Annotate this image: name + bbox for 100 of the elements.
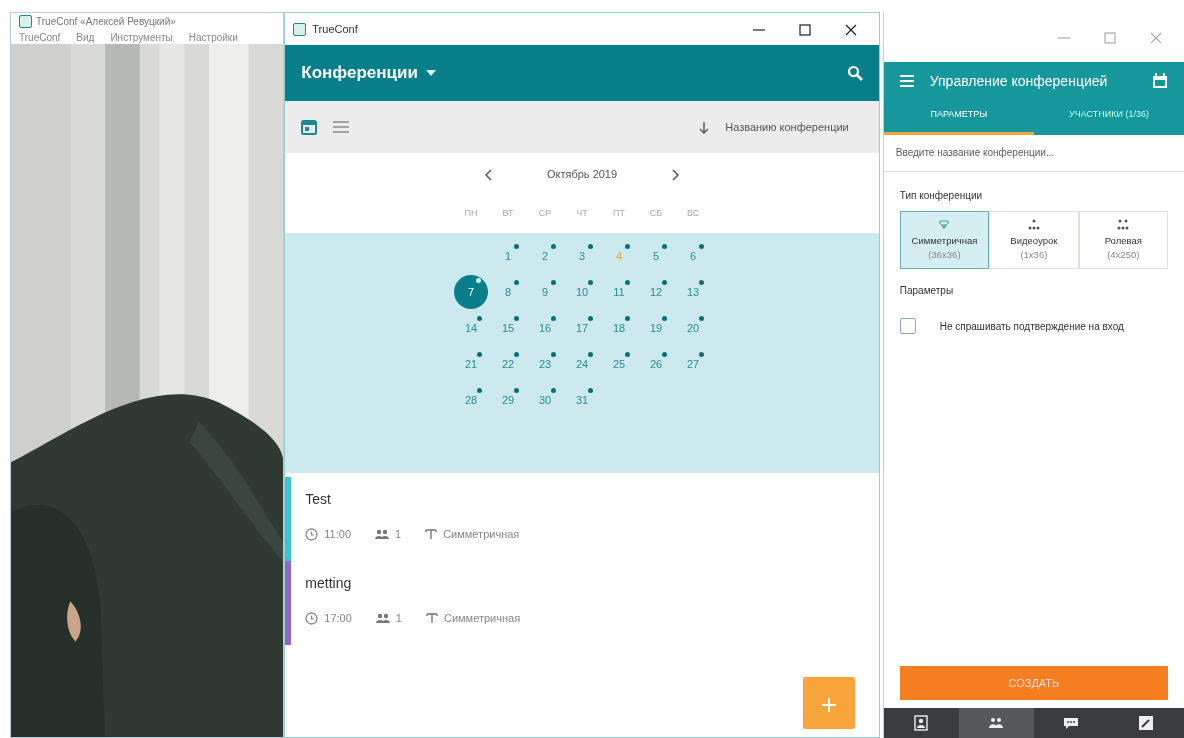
event-dot [661, 316, 667, 321]
event-time: 17:00 [324, 611, 352, 626]
conference-type: Симметричная [443, 527, 520, 542]
calendar-day[interactable]: 12 [639, 275, 674, 309]
calendar-day[interactable]: 19 [639, 311, 674, 345]
event-dot [550, 316, 556, 321]
calendar-day[interactable]: 25 [602, 347, 637, 381]
conference-type-option[interactable]: Симметричная (36x36) [899, 210, 990, 269]
calendar-day[interactable]: 6 [676, 239, 711, 273]
event-title: metting [305, 574, 353, 593]
event-dot [661, 352, 667, 357]
conference-type-option[interactable]: Видеоурок (1x36) [989, 210, 1079, 269]
caret-icon[interactable] [425, 70, 436, 76]
calendar-view-icon[interactable] [301, 119, 318, 135]
clock-icon [305, 527, 319, 541]
search-icon[interactable] [846, 65, 863, 81]
next-month-icon[interactable] [671, 168, 680, 181]
maximize-icon[interactable] [798, 23, 811, 36]
event-dot [513, 352, 519, 357]
plus-icon [820, 697, 837, 714]
event-dot [587, 280, 593, 285]
conference-type-icon [938, 217, 951, 230]
menu-item[interactable]: Вид [76, 30, 95, 44]
participant-count: 1 [395, 611, 402, 626]
event-time: 11:00 [324, 527, 351, 542]
section-label: Параметры [899, 284, 955, 298]
conference-type-option[interactable]: Ролевая (4x250) [1078, 210, 1168, 269]
app-icon [293, 22, 307, 36]
weekday-label: ЧТ [575, 207, 589, 221]
calendar-day[interactable]: 3 [565, 239, 600, 273]
calendar-day[interactable]: 9 [528, 275, 563, 309]
participants-icon [375, 529, 389, 540]
section-label: Тип конференции [899, 188, 984, 203]
menu-item[interactable]: Инструменты [110, 30, 173, 44]
checkbox-label: Не спрашивать подтверждение на вход [939, 319, 1124, 334]
create-button[interactable]: СОЗДАТЬ [899, 666, 1168, 700]
chat-icon[interactable] [1063, 715, 1080, 731]
sort-button[interactable]: Названию конференции [725, 118, 849, 136]
event-dot [550, 280, 556, 285]
tab[interactable]: УЧАСТНИКИ (1/36) [1033, 100, 1184, 135]
weekday-label: ВТ [501, 207, 515, 221]
option-capacity: (4x250) [1106, 247, 1141, 262]
weekday-label: СБ [648, 207, 664, 221]
calendar-day[interactable]: 5 [639, 239, 674, 273]
calendar-day[interactable]: 23 [528, 347, 563, 381]
calendar-day[interactable]: 26 [639, 347, 674, 381]
event-dot [587, 388, 593, 393]
event-dot [513, 280, 519, 285]
window-title: TrueConf [312, 21, 358, 37]
previous-month-icon[interactable] [485, 168, 494, 181]
menu-item[interactable]: TrueConf [19, 30, 61, 44]
conference-type-icon [1027, 217, 1040, 230]
conference-type-icon [1117, 217, 1130, 230]
calendar-day[interactable]: 27 [676, 347, 711, 381]
menu-icon[interactable] [899, 75, 914, 87]
calendar-day[interactable]: 7 [454, 275, 489, 309]
event-dot [587, 352, 593, 357]
option-capacity: (1x36) [1019, 247, 1049, 262]
participant-count: 1 [395, 527, 402, 542]
close-icon[interactable] [844, 23, 857, 36]
calendar-day[interactable]: 29 [491, 383, 526, 417]
calendar-day[interactable]: 18 [602, 311, 637, 345]
event-dot [476, 352, 482, 357]
event-dot [513, 388, 519, 393]
calendar-day[interactable]: 21 [454, 347, 489, 381]
event-dot [698, 352, 704, 357]
event-dot [624, 244, 630, 249]
event-dot [698, 280, 704, 285]
calendar-day[interactable]: 30 [528, 383, 563, 417]
calendar-day[interactable]: 28 [454, 383, 489, 417]
section-title[interactable]: Конференции [301, 60, 418, 86]
calendar-day[interactable]: 2 [528, 239, 563, 273]
event-dot [550, 388, 556, 393]
calendar-day[interactable]: 31 [565, 383, 600, 417]
weekday-label: СР [537, 207, 553, 221]
calendar-day[interactable]: 11 [602, 275, 637, 309]
calendar-day[interactable]: 1 [491, 239, 526, 273]
calendar-day[interactable]: 10 [565, 275, 600, 309]
checkbox[interactable] [899, 318, 916, 334]
event-dot [698, 244, 704, 249]
calendar-day[interactable]: 13 [676, 275, 711, 309]
calendar-icon[interactable] [1152, 73, 1168, 89]
group-icon[interactable] [988, 715, 1005, 731]
event-dot [513, 316, 519, 321]
event-dot [476, 388, 482, 393]
contact-icon[interactable] [913, 715, 930, 731]
event-dot [661, 244, 667, 249]
calendar-day[interactable]: 24 [565, 347, 600, 381]
event-dot [624, 280, 630, 285]
calendar-day[interactable]: 16 [528, 311, 563, 345]
calendar-day[interactable]: 4 [602, 239, 637, 273]
calendar-day[interactable]: 14 [454, 311, 489, 345]
event-dot [550, 352, 556, 357]
menu-item[interactable]: Настройки [188, 30, 238, 44]
calendar-day[interactable]: 20 [676, 311, 711, 345]
calendar-day[interactable]: 22 [491, 347, 526, 381]
event-dot [661, 280, 667, 285]
calendar-day[interactable]: 15 [491, 311, 526, 345]
calendar-day[interactable]: 17 [565, 311, 600, 345]
calendar-day[interactable]: 8 [491, 275, 526, 309]
